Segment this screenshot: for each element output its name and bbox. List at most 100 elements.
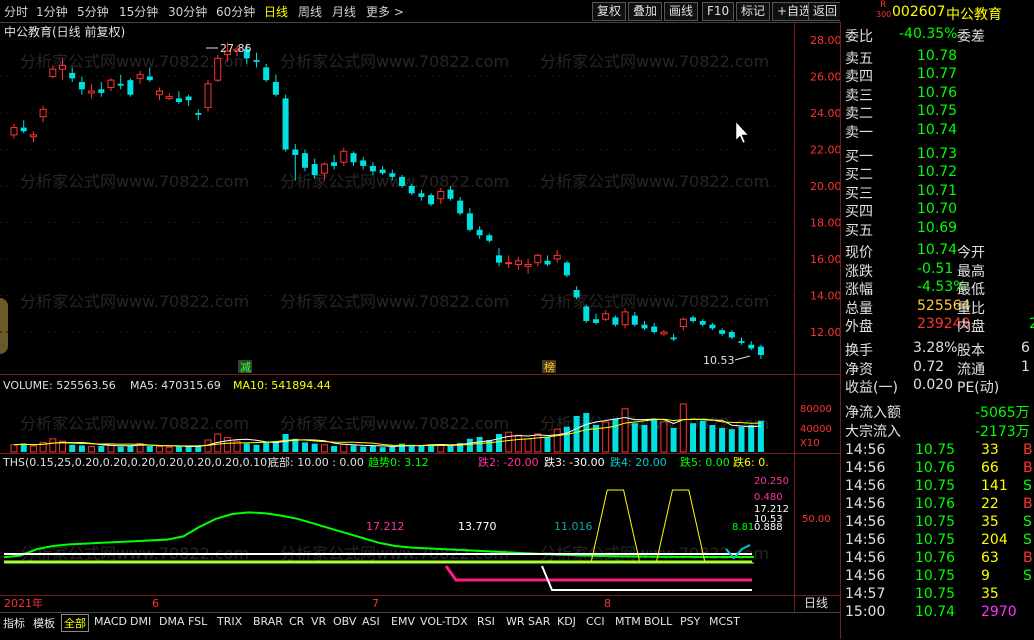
tick-volume: 35 — [981, 514, 999, 530]
candle-body — [709, 324, 716, 329]
candle-body — [389, 173, 396, 177]
volume-bar — [524, 438, 532, 453]
tick-side: B — [1023, 550, 1033, 566]
ask-label: 卖三 — [845, 87, 873, 104]
template-tab[interactable]: 模板 — [33, 615, 55, 631]
volume-bar — [282, 434, 289, 452]
volume-bar — [389, 446, 396, 452]
tick-price: 10.75 — [915, 442, 956, 458]
indicator-vr[interactable]: VR — [311, 615, 326, 628]
chart-frame — [0, 22, 840, 612]
volume-bar — [117, 446, 124, 452]
candle-body — [10, 127, 18, 136]
quote-row: 总量 525564 量比 — [841, 298, 1034, 317]
quote-label-right: 股本 — [957, 343, 985, 359]
ths-value: 17.212 — [366, 520, 405, 533]
ths-d2: 跌2: -20.00 — [478, 455, 539, 469]
indicator-rsi[interactable]: RSI — [477, 615, 495, 628]
tick-row: 14:56 10.76 22 B — [841, 496, 1034, 514]
price-y-tick: 22.00 — [810, 144, 840, 157]
volume-bar — [514, 434, 522, 453]
candle-body — [738, 341, 745, 343]
indicator-mtm[interactable]: MTM — [615, 615, 641, 628]
indicator-emv[interactable]: EMV — [391, 615, 415, 628]
candle-body — [505, 262, 513, 265]
bid-row: 买二 10.72 — [841, 164, 1034, 183]
weibi-label: 委比 — [845, 29, 873, 45]
indicator-tab[interactable]: 指标 — [3, 615, 25, 631]
tick-row: 14:56 10.75 141 S — [841, 478, 1034, 496]
indicator-cr[interactable]: CR — [289, 615, 304, 628]
candle-body — [699, 321, 706, 325]
volume-bars — [10, 403, 764, 453]
candle-body — [757, 346, 764, 355]
indicator-cci[interactable]: CCI — [586, 615, 605, 628]
x-axis-month: 8 — [604, 597, 611, 610]
tick-time: 14:56 — [845, 568, 886, 584]
tick-volume: 22 — [981, 496, 999, 512]
volume-ma5-label: MA5: 470315.69 — [130, 379, 221, 392]
chart-area: 28.00 26.00 24.00 22.00 20.00 18.00 16.00 14.00… — [0, 22, 840, 612]
indicator-asi[interactable]: ASI — [362, 615, 380, 628]
candle-body — [350, 153, 357, 163]
flow-label: 净流入额 — [845, 405, 901, 421]
candle-body — [331, 162, 338, 166]
indicator-dmi[interactable]: DMI — [130, 615, 151, 628]
tick-side: S — [1023, 514, 1032, 530]
indicator-fsl[interactable]: FSL — [188, 615, 207, 628]
tick-volume: 63 — [981, 550, 999, 566]
quote-row: 现价 10.74 今开 — [841, 242, 1034, 261]
candle-body — [476, 229, 483, 236]
all-indicators-tab[interactable]: 全部 — [61, 614, 89, 632]
volume-bar — [165, 446, 173, 453]
quote-label: 涨幅 — [845, 282, 873, 298]
candle-body — [524, 263, 532, 267]
volume-bar — [340, 443, 348, 453]
indicator-sar[interactable]: SAR — [528, 615, 550, 628]
indicator-obv[interactable]: OBV — [333, 615, 356, 628]
volume-bar — [175, 446, 182, 452]
candle-body — [175, 98, 182, 103]
volume-bar — [204, 439, 212, 453]
tick-price: 10.76 — [915, 550, 956, 566]
tick-row: 14:56 10.75 35 S — [841, 514, 1034, 532]
indicator-boll[interactable]: BOLL — [644, 615, 672, 628]
candle-body — [719, 330, 726, 334]
ask-price: 10.78 — [917, 48, 958, 64]
indicator-brar[interactable]: BRAR — [253, 615, 283, 628]
tick-price: 10.75 — [915, 478, 956, 494]
indicator-macd[interactable]: MACD — [94, 615, 127, 628]
quote-value: -0.51 — [917, 260, 954, 277]
volume-bar — [20, 443, 27, 452]
quote-label: 换手 — [845, 343, 873, 359]
volume-bar — [320, 444, 328, 453]
tick-row: 14:56 10.75 9 S — [841, 568, 1034, 586]
indicator-mcst[interactable]: MCST — [709, 615, 740, 628]
weibi-row: 委比 -40.35% 委差 — [841, 26, 1034, 45]
quote-value: 3.28% — [913, 340, 958, 356]
indicator-trix[interactable]: TRIX — [217, 615, 242, 628]
volume-bar — [311, 443, 318, 452]
bid-price: 10.72 — [917, 164, 958, 181]
volume-bar — [253, 444, 260, 452]
volume-ma10-label: MA10: 541894.44 — [233, 379, 331, 392]
quote-label-right: 量比 — [957, 300, 985, 317]
volume-label: VOLUME: 525563.56 — [3, 379, 116, 392]
indicator-psy[interactable]: PSY — [680, 615, 700, 628]
tick-time: 14:56 — [845, 442, 886, 458]
candle-body — [612, 317, 619, 325]
volume-bar — [748, 425, 755, 452]
volume-bar — [573, 416, 580, 452]
candle-body — [690, 317, 696, 322]
main-chart-title: 中公教育(日线 前复权) — [4, 24, 125, 39]
quote-row: 净资 0.72 流通 1 — [841, 359, 1034, 378]
indicator-dma[interactable]: DMA — [159, 615, 185, 628]
indicator-vol-tdx[interactable]: VOL-TDX — [420, 615, 468, 628]
price-y-tick: 16.00 — [810, 253, 840, 266]
volume-bar — [476, 437, 483, 452]
indicator-wr[interactable]: WR — [506, 615, 525, 628]
bid-row: 买一 10.73 — [841, 146, 1034, 165]
volume-bar — [505, 431, 513, 453]
indicator-kdj[interactable]: KDJ — [557, 615, 576, 628]
volume-bar — [263, 442, 270, 452]
